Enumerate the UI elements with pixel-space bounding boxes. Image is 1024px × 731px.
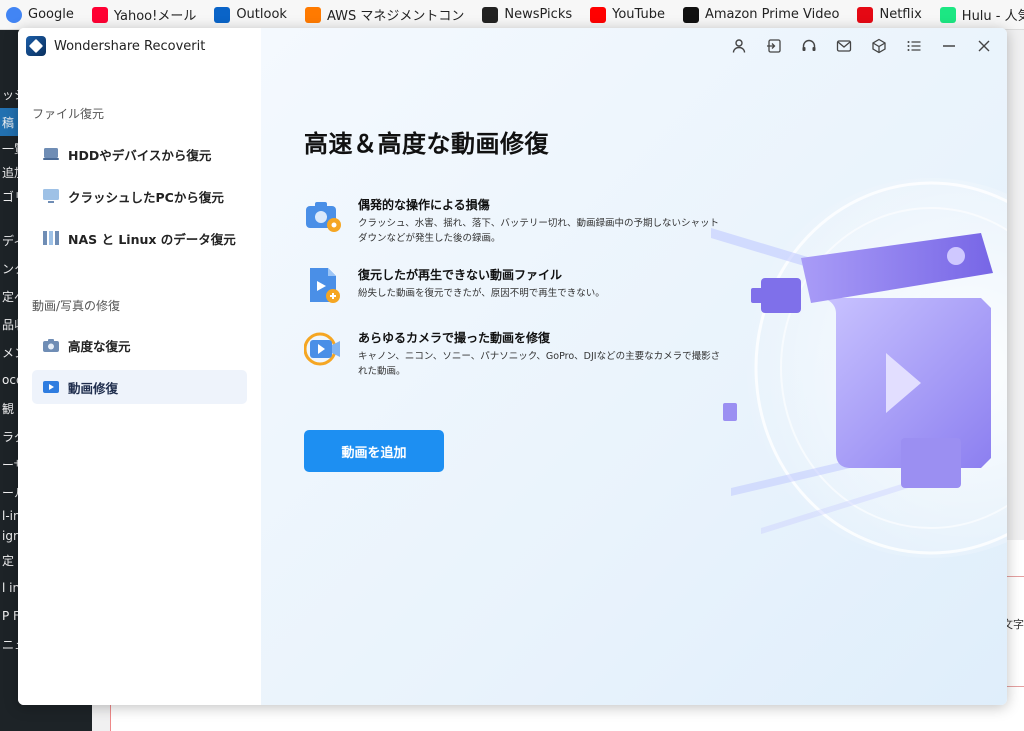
bookmark-yahoo-mail[interactable]: Yahoo!メール	[91, 5, 196, 24]
close-icon	[978, 40, 989, 52]
feature-description: 紛失した動画を復元できたが、原因不明で再生できない。	[358, 288, 605, 299]
window-toolbar	[723, 34, 999, 58]
feature-title: 偶発的な操作による損傷	[358, 198, 490, 212]
add-video-button[interactable]: 動画を追加	[304, 430, 444, 472]
sign-in-icon	[766, 39, 781, 53]
sidebar: Wondershare Recoverit ファイル復元 HDDやデバイスから復…	[18, 28, 261, 705]
nas-icon	[43, 231, 59, 245]
background-divider	[1006, 576, 1024, 577]
nav-video-repair[interactable]: 動画修復	[32, 370, 247, 404]
newspicks-icon	[482, 6, 499, 23]
nav-nas-linux-recovery[interactable]: NAS と Linux のデータ復元	[32, 221, 247, 255]
nav-advanced-recovery[interactable]: 高度な復元	[32, 328, 247, 362]
bookmark-amazon[interactable]: Amazon Prime Video	[683, 6, 839, 23]
recoverit-window: Wondershare Recoverit ファイル復元 HDDやデバイスから復…	[18, 28, 1007, 705]
nav-label: HDDやデバイスから復元	[68, 147, 212, 163]
menu-button[interactable]	[898, 34, 929, 58]
feature-title: あらゆるカメラで撮った動画を修復	[358, 331, 551, 345]
feature-title: 復元したが再生できない動画ファイル	[358, 268, 563, 282]
yahoo-mail-icon	[91, 6, 108, 23]
user-icon	[732, 39, 745, 53]
recoverit-logo-icon	[26, 36, 46, 56]
mail-icon	[836, 40, 851, 52]
user-button[interactable]	[723, 34, 754, 58]
nav-hdd-recovery[interactable]: HDDやデバイスから復元	[32, 137, 247, 171]
minimize-icon	[942, 45, 955, 47]
sign-in-button[interactable]	[758, 34, 789, 58]
bookmark-youtube[interactable]: YouTube	[590, 6, 665, 23]
youtube-icon	[590, 6, 607, 23]
file-repair-icon	[310, 268, 340, 303]
close-button[interactable]	[968, 34, 999, 58]
section-header-video-photo-repair: 動画/写真の修復	[32, 299, 121, 313]
aws-icon	[304, 6, 321, 23]
bookmark-outlook[interactable]: Outlook	[214, 6, 287, 23]
bookmark-google[interactable]: Google	[6, 6, 74, 23]
minimize-button[interactable]	[933, 34, 964, 58]
bookmark-newspicks[interactable]: NewsPicks	[482, 6, 572, 23]
messages-button[interactable]	[828, 34, 859, 58]
hdd-icon	[43, 148, 59, 160]
google-icon	[6, 6, 22, 23]
nav-label: NAS と Linux のデータ復元	[68, 231, 236, 247]
monitor-icon	[43, 189, 59, 203]
nav-label: クラッシュしたPCから復元	[68, 189, 224, 205]
upgrade-button[interactable]	[863, 34, 894, 58]
hulu-icon	[939, 6, 956, 23]
bookmarks-bar: Google Yahoo!メール Outlook AWS マネジメントコン Ne…	[0, 0, 1024, 30]
bookmark-netflix[interactable]: Netflix	[857, 6, 922, 23]
nav-crashed-pc-recovery[interactable]: クラッシュしたPCから復元	[32, 179, 247, 213]
outlook-icon	[214, 6, 231, 23]
main-panel: 高速＆高度な動画修復 偶発的な操作による損傷 クラッシュ、水害、揺れ、落下、バッ…	[261, 28, 1007, 705]
video-repair-icon	[43, 381, 59, 393]
app-logo: Wondershare Recoverit	[26, 36, 205, 56]
bookmark-aws[interactable]: AWS マネジメントコン	[304, 5, 464, 24]
section-header-file-recovery: ファイル復元	[32, 107, 105, 121]
cube-icon	[871, 38, 886, 54]
feature-description: クラッシュ、水害、揺れ、落下、バッテリー切れ、動画録画中の予期しないシャットダウ…	[358, 218, 720, 244]
app-title: Wondershare Recoverit	[54, 38, 206, 54]
support-button[interactable]	[793, 34, 824, 58]
nav-label: 動画修復	[68, 380, 119, 396]
background-divider	[1006, 686, 1024, 687]
video-repair-illustration	[711, 178, 1007, 558]
bookmark-hulu[interactable]: Hulu - 人気映画・ド	[939, 5, 1024, 24]
headset-icon	[802, 39, 815, 51]
netflix-icon	[857, 6, 874, 23]
camera-icon	[43, 339, 59, 352]
feature-description: キャノン、ニコン、ソニー、パナソニック、GoPro、DJIなどの主要なカメラで撮…	[358, 351, 721, 377]
amazon-icon	[683, 6, 699, 23]
menu-icon	[907, 41, 920, 51]
page-title: 高速＆高度な動画修復	[304, 130, 549, 158]
camera-video-icon	[304, 332, 340, 366]
nav-label: 高度な復元	[68, 338, 131, 354]
camera-gear-icon	[306, 202, 341, 232]
